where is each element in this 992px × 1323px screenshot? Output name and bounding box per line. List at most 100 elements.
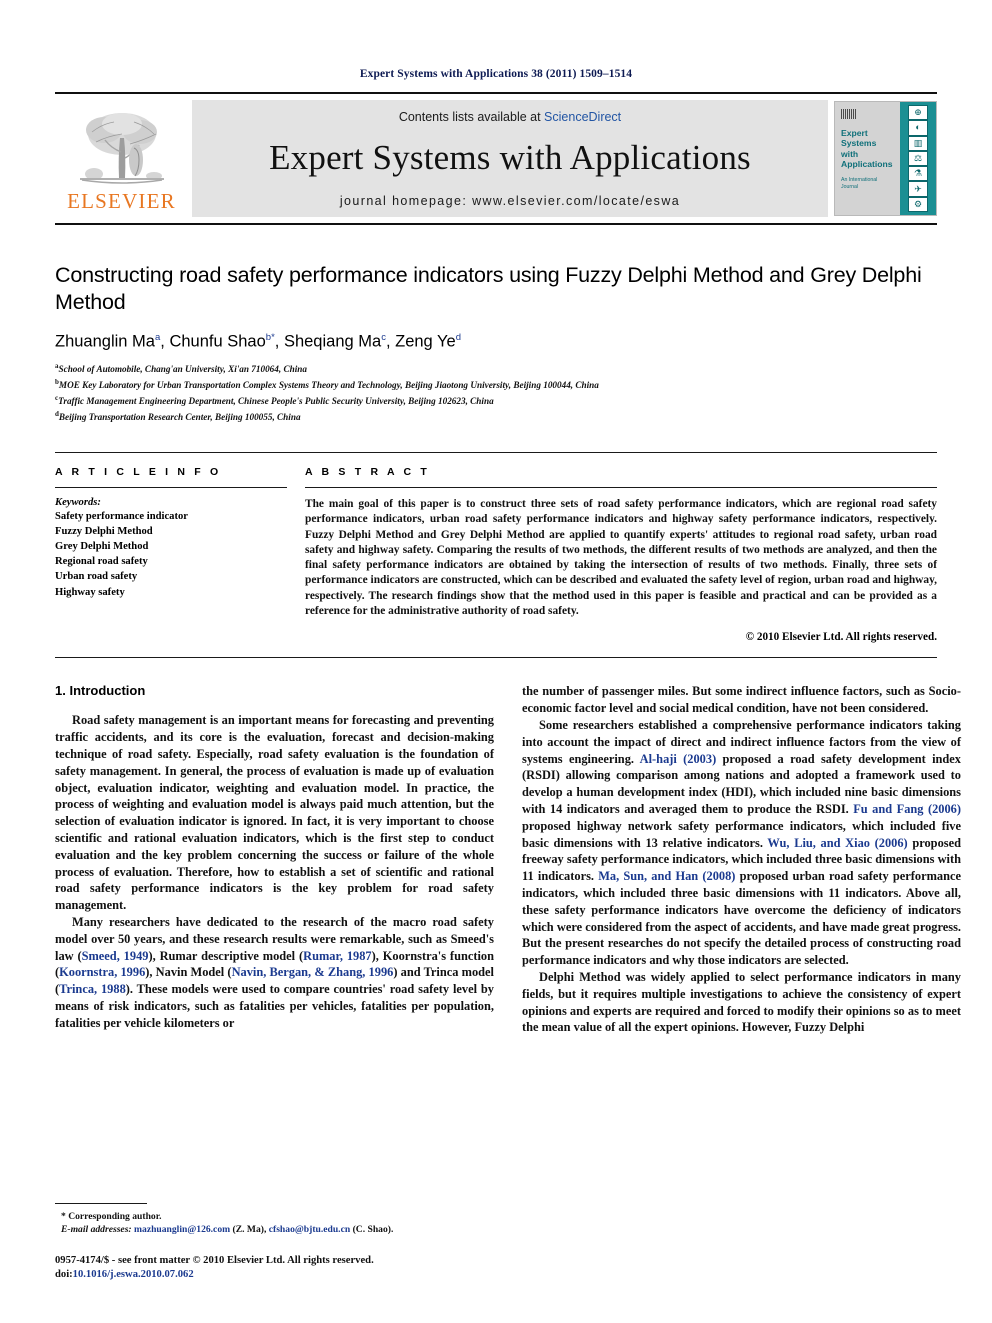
keyword-item: Urban road safety xyxy=(55,571,138,583)
citation-link[interactable]: Smeed, 1949 xyxy=(82,949,149,963)
author-name: Chunfu Shao xyxy=(169,332,266,351)
body-columns: 1. Introduction Road safety management i… xyxy=(55,683,961,1036)
affiliation-item: cTraffic Management Engineering Departme… xyxy=(55,393,937,409)
keyword-item: Grey Delphi Method xyxy=(55,541,149,553)
paragraph-text: proposed urban road safety performance i… xyxy=(522,869,961,968)
author-list: Zhuanglin Maa, Chunfu Shaob*, Sheqiang M… xyxy=(55,332,461,351)
elsevier-logo: ELSEVIER xyxy=(55,94,188,223)
cover-tile-icon: ✈ xyxy=(908,181,928,197)
affiliation-item: bMOE Key Laboratory for Urban Transporta… xyxy=(55,377,937,393)
cover-title-line-4: Applications xyxy=(841,159,893,170)
keyword-item: Safety performance indicator xyxy=(55,510,188,522)
affiliation-text: Traffic Management Engineering Departmen… xyxy=(58,395,494,406)
journal-title: Expert Systems with Applications xyxy=(269,137,751,177)
contents-available-line: Contents lists available at ScienceDirec… xyxy=(399,110,621,124)
cover-tile-icon: ◐ xyxy=(908,120,928,136)
cover-tile-icon: ⊕ xyxy=(908,105,928,121)
citation-link[interactable]: Koornstra, 1996 xyxy=(59,965,145,979)
author-affil-marker: c xyxy=(381,332,386,344)
affiliation-text: School of Automobile, Chang'an Universit… xyxy=(58,363,307,374)
keywords-label: Keywords: xyxy=(55,496,101,508)
paragraph: Some researchers established a comprehen… xyxy=(522,717,961,969)
email-addresses-note: E-mail addresses: mazhuanglin@126.com (Z… xyxy=(61,1224,394,1236)
sciencedirect-link[interactable]: ScienceDirect xyxy=(544,110,621,124)
author-name: Zeng Ye xyxy=(395,332,456,351)
affiliation-text: Beijing Transportation Research Center, … xyxy=(58,411,301,422)
affiliation-list: aSchool of Automobile, Chang'an Universi… xyxy=(55,361,937,425)
author-affil-marker: d xyxy=(455,332,461,344)
divider xyxy=(55,486,287,488)
affiliation-item: aSchool of Automobile, Chang'an Universi… xyxy=(55,361,937,377)
cover-tile-icon: ⚖ xyxy=(908,150,928,167)
paragraph: Many researchers have dedicated to the r… xyxy=(55,914,494,1032)
cover-title-line-1: Expert xyxy=(841,128,868,138)
section-heading-introduction: 1. Introduction xyxy=(55,683,146,699)
email-label: E-mail addresses: xyxy=(61,1224,132,1236)
barcode-icon xyxy=(841,109,857,119)
cover-title: Expert Systems with Applications xyxy=(841,128,895,170)
abstract-heading: A B S T R A C T xyxy=(305,465,430,478)
paragraph: Road safety management is an important m… xyxy=(55,713,494,913)
doi-label: doi: xyxy=(55,1269,73,1281)
page-title: Constructing road safety performance ind… xyxy=(55,263,922,315)
cover-subtitle: An International Journal xyxy=(841,176,878,190)
running-head: Expert Systems with Applications 38 (201… xyxy=(359,68,633,80)
author-name: Sheqiang Ma xyxy=(283,332,382,351)
citation-link[interactable]: Rumar, 1987 xyxy=(303,949,371,963)
doi-link[interactable]: 10.1016/j.eswa.2010.07.062 xyxy=(73,1269,194,1280)
abstract-column: A B S T R A C T The main goal of this pa… xyxy=(305,465,937,644)
keyword-item: Highway safety xyxy=(55,586,125,598)
email-link-1[interactable]: mazhuanglin@126.com xyxy=(134,1224,230,1235)
page-footer: 0957-4174/$ - see front matter © 2010 El… xyxy=(55,1254,655,1283)
journal-homepage[interactable]: journal homepage: www.elsevier.com/locat… xyxy=(340,194,680,208)
corresponding-author-note: * Corresponding author. xyxy=(61,1210,162,1222)
issn-copyright-line: 0957-4174/$ - see front matter © 2010 El… xyxy=(55,1254,374,1266)
citation-link[interactable]: Ma, Sun, and Han (2008) xyxy=(598,869,735,883)
corresponding-marker: * xyxy=(271,332,275,344)
footnote-block: * Corresponding author. E-mail addresses… xyxy=(55,1202,494,1237)
divider xyxy=(305,486,937,488)
journal-band: Contents lists available at ScienceDirec… xyxy=(192,100,828,217)
keyword-item: Fuzzy Delphi Method xyxy=(55,525,153,537)
citation-link[interactable]: Navin, Bergan, & Zhang, 1996 xyxy=(232,965,394,979)
citation-link[interactable]: Fu and Fang (2006) xyxy=(853,802,961,816)
affiliation-text: MOE Key Laboratory for Urban Transportat… xyxy=(58,379,599,390)
cover-tile-icon: ⚗ xyxy=(908,166,928,182)
elsevier-wordmark: ELSEVIER xyxy=(67,189,176,213)
citation-link[interactable]: Wu, Liu, and Xiao (2006) xyxy=(767,836,907,850)
cover-title-line-3: with xyxy=(841,148,859,159)
citation-link[interactable]: Trinca, 1988 xyxy=(59,982,126,996)
paragraph-text: ), Rumar descriptive model ( xyxy=(148,948,304,963)
elsevier-tree-icon xyxy=(79,113,164,184)
footnote-rule xyxy=(55,1202,147,1204)
paragraph: the number of passenger miles. But some … xyxy=(522,684,961,716)
paragraph-text: ), Navin Model ( xyxy=(145,965,232,980)
body-column-left: 1. Introduction Road safety management i… xyxy=(55,683,494,1036)
title-block: Constructing road safety performance ind… xyxy=(55,262,937,425)
article-info-column: A R T I C L E I N F O Keywords: Safety p… xyxy=(55,466,305,644)
paper-page: Expert Systems with Applications 38 (201… xyxy=(0,0,992,1323)
doi-line: doi:10.1016/j.eswa.2010.07.062 xyxy=(55,1268,655,1283)
paragraph: Delphi Method was widely applied to sele… xyxy=(522,970,961,1035)
body-column-right: the number of passenger miles. But some … xyxy=(522,683,961,1036)
cover-tile-icon: ⚙ xyxy=(908,196,928,212)
cover-left-panel: Expert Systems with Applications An Inte… xyxy=(835,102,900,215)
email-owner-2: (C. Shao). xyxy=(352,1224,394,1236)
cover-tile-icon: ▥ xyxy=(908,135,928,151)
contents-prefix: Contents lists available at xyxy=(398,109,545,124)
email-owner-1: (Z. Ma) xyxy=(232,1224,264,1236)
abstract-text: The main goal of this paper is to constr… xyxy=(305,497,937,618)
info-abstract-block: A R T I C L E I N F O Keywords: Safety p… xyxy=(55,451,937,659)
journal-cover-thumbnail: Expert Systems with Applications An Inte… xyxy=(834,101,937,216)
author-name: Zhuanglin Ma xyxy=(55,332,155,351)
abstract-copyright: © 2010 Elsevier Ltd. All rights reserved… xyxy=(745,631,937,644)
cover-title-line-2: Systems xyxy=(841,138,877,149)
citation-link[interactable]: Al-haji (2003) xyxy=(640,752,717,766)
article-info-heading: A R T I C L E I N F O xyxy=(55,465,222,478)
journal-masthead: ELSEVIER Contents lists available at Sci… xyxy=(55,92,937,225)
email-link-2[interactable]: cfshao@bjtu.edu.cn xyxy=(269,1224,350,1235)
author-affil-marker: a xyxy=(154,332,161,344)
affiliation-item: dBeijing Transportation Research Center,… xyxy=(55,409,937,425)
keyword-item: Regional road safety xyxy=(55,556,148,568)
cover-icon-strip: ⊕ ◐ ▥ ⚖ ⚗ ✈ ⚙ xyxy=(900,102,936,215)
